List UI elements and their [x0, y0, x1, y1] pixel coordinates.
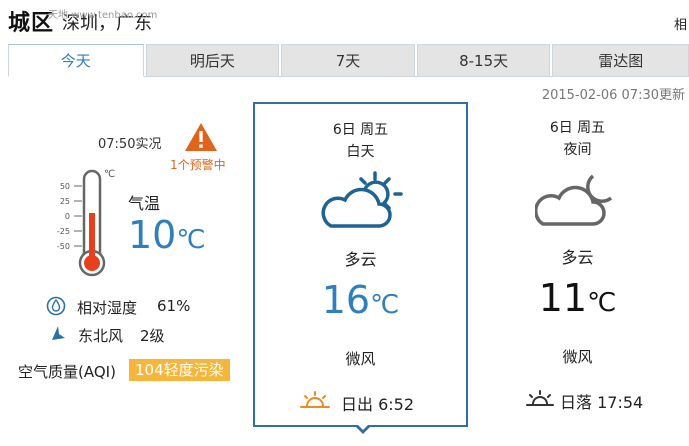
thermo-tick: 25: [60, 197, 70, 206]
temperature-label: 气温: [128, 194, 161, 213]
tab-radar[interactable]: 雷达图: [552, 44, 689, 77]
aqi-label: 空气质量(AQI): [18, 363, 116, 381]
humidity-icon: [46, 296, 66, 316]
partly-cloudy-night-icon: [535, 174, 613, 226]
night-period: 夜间: [563, 142, 592, 158]
sunset-time: 日落 17:54: [560, 393, 644, 412]
current-temperature: 10℃: [128, 213, 206, 257]
day-forecast-card: 6日 周五 白天 多云 16℃ 微风 日出 6:52: [253, 102, 468, 427]
sunset-icon: [526, 390, 554, 406]
partly-cloudy-day-icon: [321, 171, 403, 228]
day-wind: 微风: [345, 350, 376, 368]
current-conditions-panel: 07:50实况 1个预警中 ℃ 50 25 0 -25 -50 气温 10℃ 相…: [10, 110, 250, 410]
thermo-tick: -50: [57, 242, 70, 251]
night-temperature-unit: ℃: [587, 288, 617, 318]
watermark: 天地 www.tenbao.com: [48, 10, 158, 21]
tab-8-15-days[interactable]: 8-15天: [416, 44, 551, 77]
night-forecast-card: 6日 周五 夜间 多云 11℃ 微风 日落 17:54: [470, 102, 685, 427]
sunrise-time: 日出 6:52: [341, 395, 415, 414]
right-cut-text: 相: [673, 18, 687, 33]
day-date: 6日 周五: [332, 122, 389, 138]
day-temperature-value: 16: [321, 278, 371, 322]
tab-today[interactable]: 今天: [8, 44, 144, 77]
tab-7-days[interactable]: 7天: [281, 44, 415, 77]
wind-level-value: 2级: [140, 327, 165, 345]
forecast-tabs: 今天 明后天 7天 8-15天 雷达图: [8, 44, 689, 77]
thermo-tick: -25: [57, 227, 70, 236]
thermometer-icon: ℃ 50 25 0 -25 -50: [57, 169, 115, 277]
day-temperature: 16℃: [255, 278, 466, 322]
thermo-tick: 50: [60, 182, 70, 191]
night-wind: 微风: [562, 348, 593, 366]
humidity-value: 61%: [157, 297, 191, 315]
active-card-pointer-inner: [357, 424, 369, 430]
day-temperature-unit: ℃: [370, 290, 400, 320]
night-weather: 多云: [561, 248, 594, 267]
wind-direction-icon: [52, 326, 65, 340]
humidity-label: 相对湿度: [77, 299, 138, 317]
night-date: 6日 周五: [549, 120, 606, 136]
day-weather: 多云: [344, 250, 377, 269]
header: 城区 深圳，广东 天地 www.tenbao.com 相: [0, 0, 689, 40]
day-period: 白天: [346, 144, 375, 160]
tab-next-two-days[interactable]: 明后天: [145, 44, 280, 77]
warning-link[interactable]: 1个预警中: [170, 156, 226, 173]
observation-time: 07:50实况: [98, 137, 162, 152]
wind-direction-label: 东北风: [78, 327, 124, 345]
temperature-unit: ℃: [176, 225, 206, 255]
thermo-tick: 0: [65, 212, 70, 221]
thermo-unit: ℃: [104, 169, 115, 180]
night-temperature: 11℃: [470, 276, 685, 320]
current-temperature-value: 10: [128, 213, 177, 257]
night-temperature-value: 11: [538, 276, 588, 320]
warning-icon[interactable]: [184, 122, 218, 152]
sunrise-icon: [300, 391, 330, 408]
update-time: 2015-02-06 07:30更新: [541, 88, 685, 103]
aqi-badge[interactable]: 104轻度污染: [129, 359, 230, 381]
